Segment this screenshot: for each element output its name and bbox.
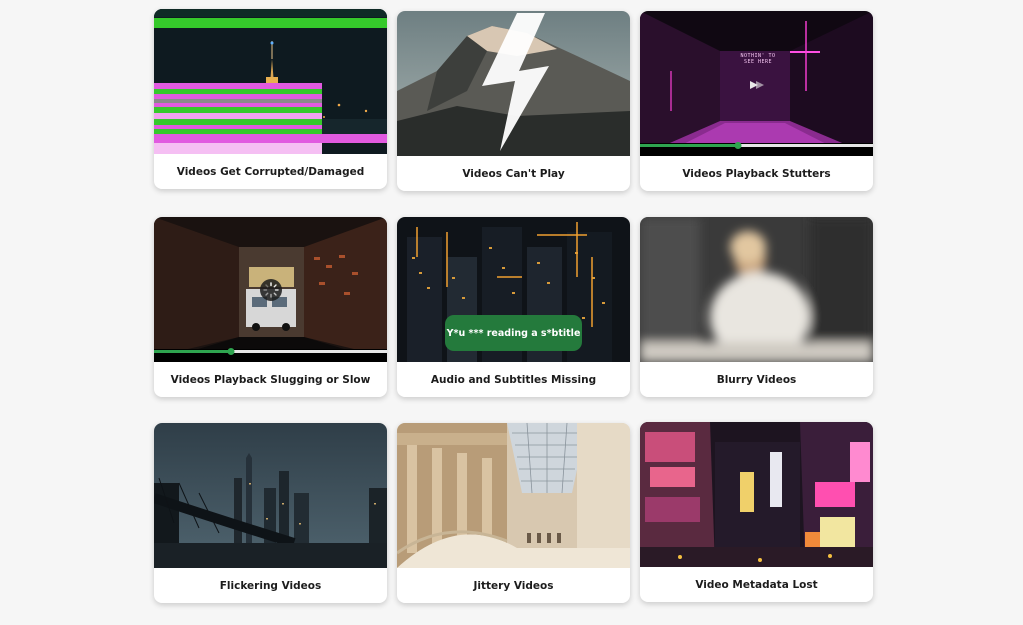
card-title: Videos Get Corrupted/Damaged: [176, 165, 365, 178]
video-issues-grid: Videos Get Corrupted/Damaged Videos Can'…: [0, 0, 1023, 625]
card-title: Videos Playback Slugging or Slow: [170, 373, 371, 386]
progress-knob: [734, 142, 742, 149]
mountain-video-thumbnail: [397, 11, 630, 156]
card-audio-subtitles-missing[interactable]: Y*u *** reading a s*btitle Audio and Sub…: [397, 217, 630, 397]
progress-knob: [227, 348, 235, 355]
bridge-video-thumbnail: [154, 423, 387, 568]
card-title: Video Metadata Lost: [695, 578, 818, 591]
subtitle-overlay: Y*u *** reading a s*btitle: [445, 315, 582, 351]
times-square-video-thumbnail: [640, 422, 873, 567]
neon-alley-video-thumbnail: NOTHIN' TO SEE HERE: [640, 11, 873, 156]
card-title: Audio and Subtitles Missing: [430, 373, 597, 386]
night-city-video-thumbnail: Y*u *** reading a s*btitle: [397, 217, 630, 362]
card-title: Videos Can't Play: [462, 167, 565, 180]
progress-fill: [154, 350, 231, 353]
card-title: Videos Playback Stutters: [682, 167, 831, 180]
card-video-metadata-lost[interactable]: Video Metadata Lost: [640, 422, 873, 602]
card-title: Flickering Videos: [219, 579, 322, 592]
street-video-thumbnail: [154, 217, 387, 362]
museum-video-thumbnail: [397, 423, 630, 568]
card-blurry-videos[interactable]: Blurry Videos: [640, 217, 873, 397]
card-videos-cant-play[interactable]: Videos Can't Play: [397, 11, 630, 191]
card-videos-slow[interactable]: Videos Playback Slugging or Slow: [154, 217, 387, 397]
card-jittery-videos[interactable]: Jittery Videos: [397, 423, 630, 603]
card-title: Blurry Videos: [716, 373, 797, 386]
blurry-video-thumbnail: [640, 217, 873, 362]
card-title: Jittery Videos: [473, 579, 554, 592]
progress-fill: [640, 144, 738, 147]
neon-sign-text: NOTHIN' TO SEE HERE: [740, 53, 776, 65]
card-videos-corrupted[interactable]: Videos Get Corrupted/Damaged: [154, 9, 387, 189]
corrupted-video-thumbnail: [154, 9, 387, 154]
card-videos-stutters[interactable]: NOTHIN' TO SEE HERE Videos Playback Stut…: [640, 11, 873, 191]
card-flickering-videos[interactable]: Flickering Videos: [154, 423, 387, 603]
loading-spinner-icon: [260, 279, 282, 301]
